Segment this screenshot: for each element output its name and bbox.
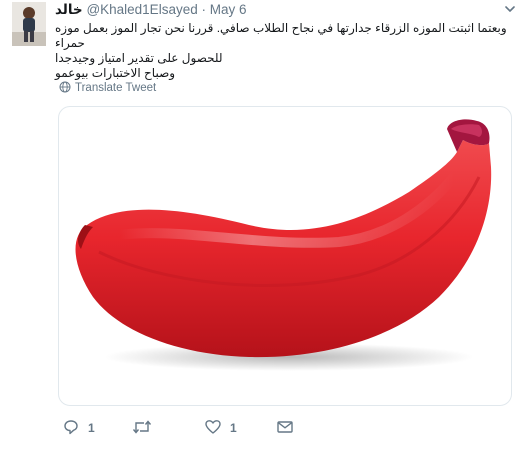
like-button[interactable]: 1 <box>204 418 237 438</box>
tweet-text-line: للحصول على تقدير امتياز وجيدجدا <box>55 51 223 65</box>
tweet-text: وبعتما اثبتت الموزه الزرقاء جدارتها في ن… <box>55 21 513 81</box>
avatar-image <box>12 2 46 46</box>
globe-icon <box>59 81 71 96</box>
tweet-header: خالد @Khaled1Elsayed · May 6 <box>55 2 510 20</box>
retweet-icon <box>132 418 152 439</box>
avatar[interactable] <box>12 2 46 46</box>
direct-message-button[interactable] <box>276 418 294 438</box>
banana-image <box>75 119 492 371</box>
translate-label: Translate Tweet <box>75 82 157 94</box>
chevron-down-icon[interactable] <box>502 1 518 17</box>
tweet: خالد @Khaled1Elsayed · May 6 وبعتما اثبت… <box>0 0 522 450</box>
like-count: 1 <box>230 421 237 435</box>
tweet-media[interactable] <box>58 106 512 406</box>
separator-dot: · <box>201 2 206 17</box>
translate-tweet-link[interactable]: Translate Tweet <box>59 81 156 95</box>
retweet-button[interactable] <box>132 418 152 438</box>
heart-icon <box>204 418 222 439</box>
reply-icon <box>62 418 80 439</box>
display-name[interactable]: خالد <box>55 2 83 17</box>
tweet-text-line: وصباح الاختبارات بيوعمو <box>55 66 176 80</box>
tweet-actions: 1 1 <box>60 418 360 438</box>
tweet-date[interactable]: May 6 <box>210 2 247 17</box>
envelope-icon <box>276 418 294 439</box>
reply-count: 1 <box>88 421 95 435</box>
tweet-text-line: وبعتما اثبتت الموزه الزرقاء جدارتها في ن… <box>55 21 507 50</box>
reply-button[interactable]: 1 <box>62 418 95 438</box>
user-handle[interactable]: @Khaled1Elsayed <box>86 2 197 17</box>
